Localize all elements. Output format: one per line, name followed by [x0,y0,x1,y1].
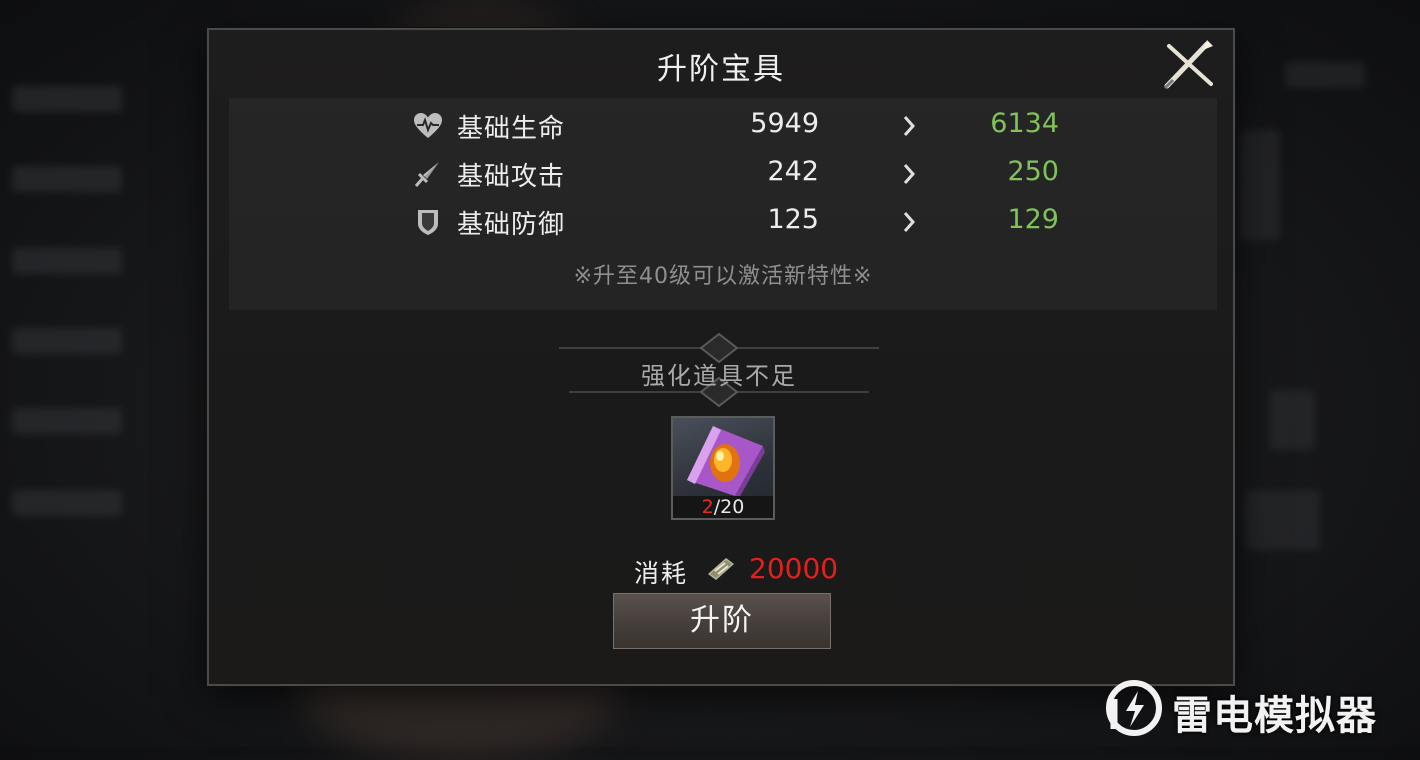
material-item-slot[interactable]: 2/20 [671,416,775,520]
stat-row-defense: 基础防御 125 129 [229,202,1217,242]
heart-icon [414,113,442,138]
stat-row-hp: 基础生命 5949 6134 [229,106,1217,146]
stat-unlock-note: ※升至40级可以激活新特性※ [573,264,873,289]
material-owned: 2 [701,496,714,518]
stat-next-value: 250 [1007,156,1059,187]
stat-label: 基础防御 [457,210,566,240]
stat-label: 基础攻击 [457,162,566,192]
watermark-text: 雷电模拟器 [1172,693,1377,739]
material-count: 2/20 [673,496,773,518]
cost-label: 消耗 [634,559,689,588]
emulator-watermark: 雷电模拟器 [1104,679,1400,739]
stat-next-value: 129 [1007,204,1059,235]
background-item [1240,130,1280,240]
background-menu-item [12,408,122,434]
close-button[interactable] [1157,36,1217,92]
stat-label: 基础生命 [457,114,566,144]
chevron-right-icon [903,116,916,136]
chevron-right-icon [903,212,916,232]
sword-icon [414,162,439,187]
chevron-right-icon [903,164,916,184]
shield-icon [418,210,438,235]
background-item [1245,490,1320,550]
upgrade-button[interactable]: 升阶 [613,593,831,649]
background-menu-item [12,328,122,354]
dialog-title: 升阶宝具 [657,52,785,87]
upgrade-dialog: 升阶宝具 基础生命 5949 6134 基础攻击 242 250 基础防御 12… [207,28,1235,686]
cost-value: 20000 [749,552,839,585]
background-menu-item [12,248,122,274]
stat-current-value: 242 [767,156,819,187]
background-menu-item [12,490,122,516]
background-item [1285,62,1365,88]
background-item [1270,390,1315,450]
cash-icon [708,558,734,580]
stat-current-value: 125 [767,204,819,235]
cost-row: 消耗 20000 [209,552,1233,588]
stat-current-value: 5949 [750,108,819,139]
stats-panel: 基础生命 5949 6134 基础攻击 242 250 基础防御 125 129… [229,98,1217,310]
stat-row-attack: 基础攻击 242 250 [229,154,1217,194]
stat-next-value: 6134 [990,108,1059,139]
emulator-logo-icon [1106,680,1162,736]
material-banner: 强化道具不足 [559,332,879,410]
material-insufficient-label: 强化道具不足 [641,362,797,390]
enhance-stone-icon [687,426,765,498]
close-icon [1163,40,1213,90]
background-menu-item [12,86,122,112]
material-required: /20 [713,496,745,518]
background-menu-item [12,166,122,192]
